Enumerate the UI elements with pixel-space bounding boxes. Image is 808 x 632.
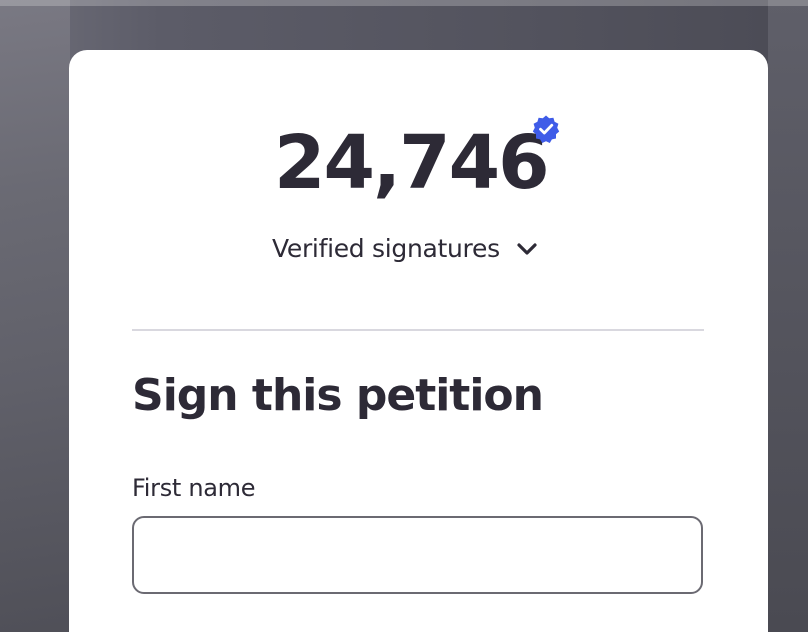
verified-signatures-toggle[interactable]: Verified signatures — [272, 234, 540, 263]
verified-badge-icon — [532, 115, 560, 143]
verified-signatures-label: Verified signatures — [272, 234, 500, 263]
form-title: Sign this petition — [132, 370, 544, 421]
sign-petition-card: 24,746 Verified signatures Sign this pet… — [69, 50, 768, 632]
first-name-label: First name — [132, 474, 256, 502]
section-divider — [132, 329, 704, 331]
background-top-edge — [0, 0, 808, 6]
signature-count: 24,746 — [274, 120, 550, 206]
background-image-right — [768, 0, 808, 632]
background-image-left — [0, 0, 70, 632]
first-name-input[interactable] — [132, 516, 703, 594]
chevron-down-icon — [517, 242, 537, 255]
